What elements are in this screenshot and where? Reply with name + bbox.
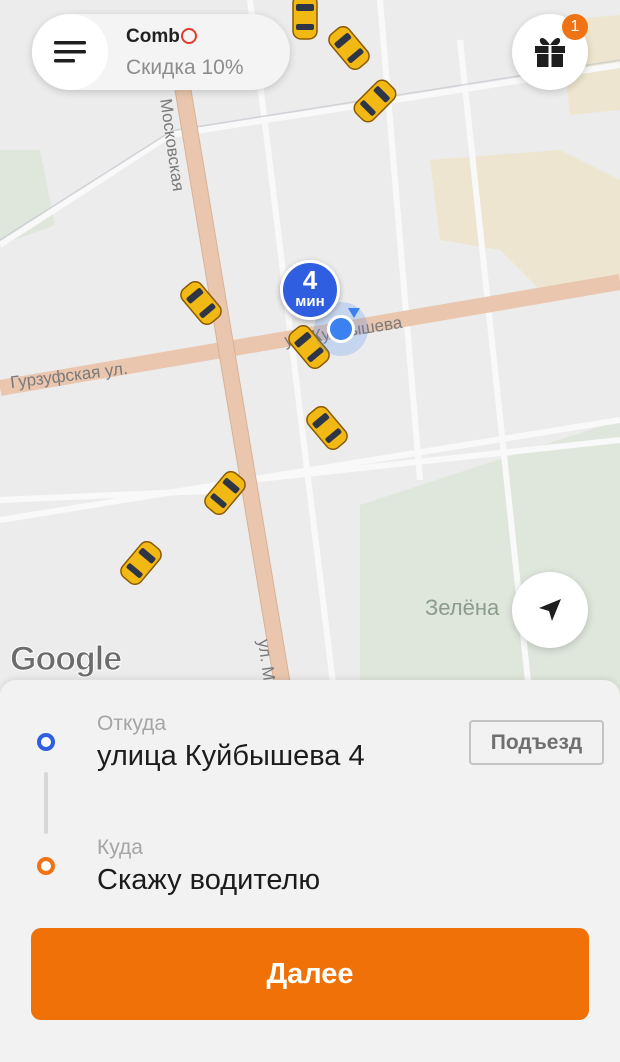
route-panel: Откуда улица Куйбышева 4 Подъезд Куда Ск… — [0, 680, 620, 1062]
heading-arrow-icon — [348, 308, 360, 318]
eta-unit: мин — [295, 293, 325, 310]
user-location-dot — [327, 315, 355, 343]
promo-pill[interactable]: Comb Скидка 10% — [32, 14, 290, 90]
next-button[interactable]: Далее — [31, 928, 589, 1020]
gift-icon — [535, 38, 565, 67]
menu-button[interactable] — [32, 14, 108, 90]
gift-badge: 1 — [562, 14, 588, 40]
from-address-field[interactable]: улица Куйбышева 4 — [97, 740, 365, 773]
origin-dot-icon — [37, 733, 55, 751]
locate-me-button[interactable] — [512, 572, 588, 648]
to-address-field[interactable]: Скажу водителю — [97, 864, 320, 897]
eta-badge: 4 мин — [280, 260, 340, 320]
taxi-car-icon — [292, 0, 318, 40]
from-label: Откуда — [97, 712, 167, 735]
promo-brand-text: Comb — [126, 26, 180, 47]
entrance-button[interactable]: Подъезд — [469, 720, 604, 765]
park-label: Зелёна — [425, 595, 500, 620]
combo-ring-icon — [180, 28, 197, 44]
navigation-arrow-icon — [539, 599, 561, 621]
promo-discount: Скидка 10% — [126, 56, 244, 79]
google-logo: Google — [9, 640, 122, 679]
to-label: Куда — [97, 836, 143, 859]
route-connector — [44, 772, 48, 834]
hamburger-icon — [54, 41, 86, 63]
gift-button[interactable]: 1 — [512, 14, 588, 90]
destination-dot-icon — [37, 857, 55, 875]
promo-brand: Comb — [126, 26, 197, 48]
eta-number: 4 — [302, 265, 318, 295]
